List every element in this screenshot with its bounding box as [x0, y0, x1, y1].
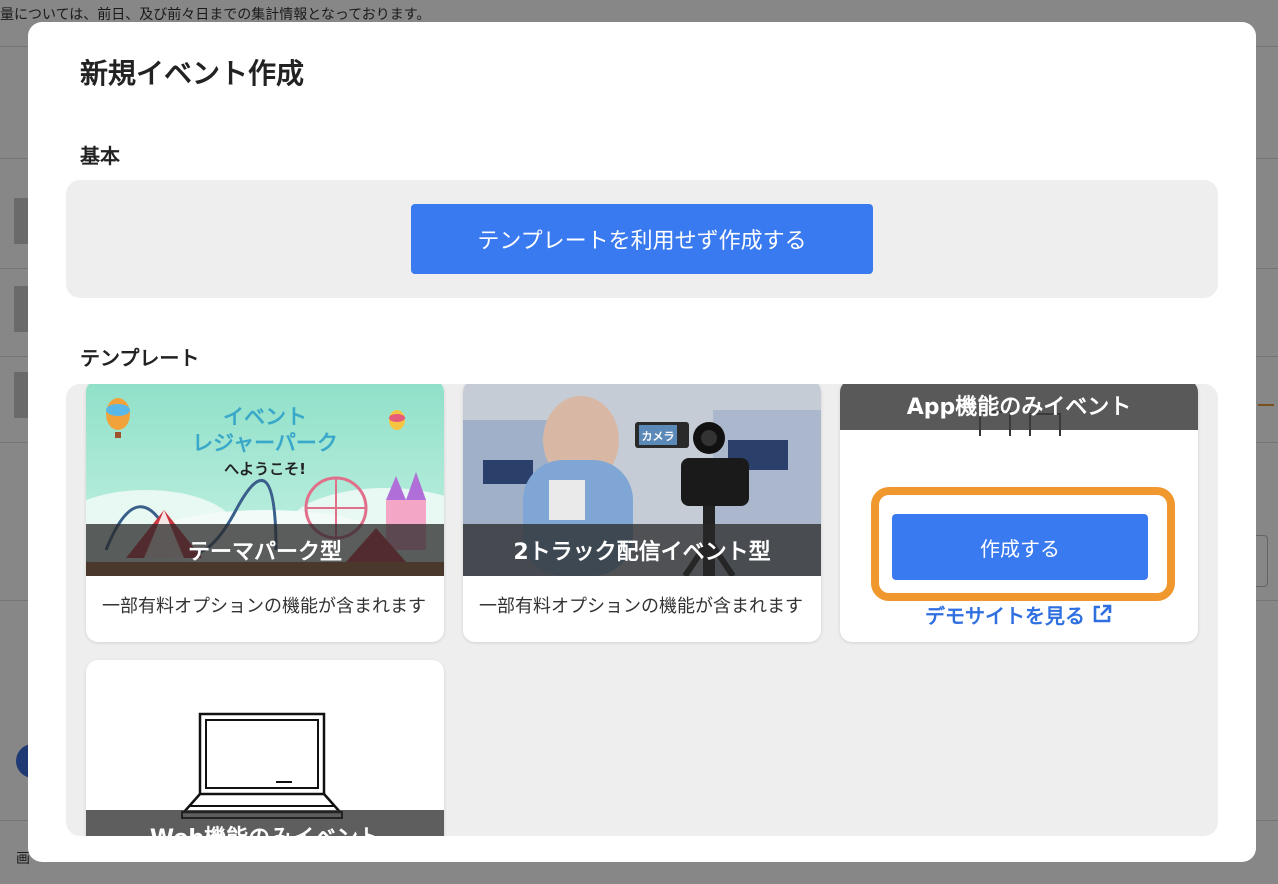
create-event-button[interactable]: 作成する: [892, 514, 1148, 580]
theme-park-image-text-3: へようこそ!: [224, 460, 306, 478]
external-link-icon: [1093, 604, 1112, 623]
template-card-title: Web機能のみイベント: [86, 810, 444, 836]
modal-title: 新規イベント作成: [80, 57, 305, 90]
template-card-two-track[interactable]: カメラ 2トラック配信イベント型 一部有料オプションの機能が含まれます: [463, 384, 821, 642]
template-card-description: 一部有料オプションの機能が含まれます: [479, 596, 803, 617]
basic-section-label: 基本: [80, 144, 120, 168]
template-card-title: テーマパーク型: [86, 524, 444, 576]
demo-site-link[interactable]: デモサイトを見る: [840, 600, 1198, 629]
create-without-template-button[interactable]: テンプレートを利用せず作成する: [411, 204, 873, 274]
theme-park-image-text-2: レジャーパーク: [192, 431, 338, 455]
template-card-app-only[interactable]: App機能のみイベント 作成する デモサイトを見る: [840, 384, 1198, 642]
create-event-modal: 新規イベント作成 基本 テンプレートを利用せず作成する テンプレート イベント …: [28, 22, 1256, 862]
demo-site-link-label: デモサイトを見る: [925, 604, 1085, 628]
template-card-description: 一部有料オプションの機能が含まれます: [102, 596, 426, 617]
basic-section: テンプレートを利用せず作成する: [66, 180, 1218, 298]
template-card-theme-park[interactable]: イベント レジャーパーク へようこそ! テーマパーク型 一部有料オプションの機能…: [86, 384, 444, 642]
template-card-web-only[interactable]: Web機能のみイベント: [86, 660, 444, 836]
template-list[interactable]: イベント レジャーパーク へようこそ! テーマパーク型 一部有料オプションの機能…: [66, 384, 1218, 836]
template-section-label: テンプレート: [80, 346, 200, 370]
template-card-title: 2トラック配信イベント型: [463, 524, 821, 576]
theme-park-image-text-1: イベント: [223, 405, 307, 429]
laptop-icon: [181, 712, 343, 819]
camera-screen-text: カメラ: [642, 430, 675, 443]
template-card-title: App機能のみイベント: [840, 384, 1198, 430]
